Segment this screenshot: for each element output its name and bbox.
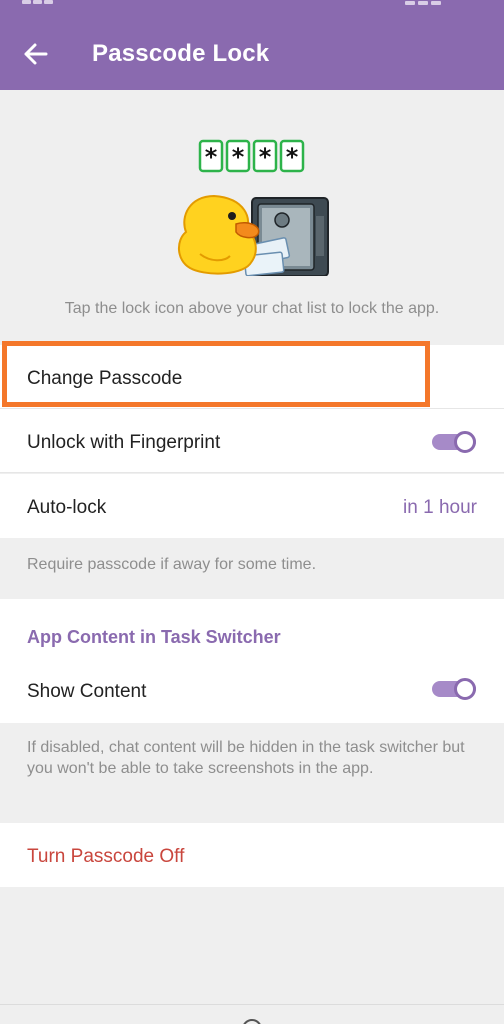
unlock-fingerprint-row[interactable]: Unlock with Fingerprint [0,409,504,473]
status-bar [0,0,504,12]
system-nav-bar [0,1004,504,1024]
task-switcher-note: If disabled, chat content will be hidden… [27,739,465,777]
turn-passcode-off-row[interactable]: Turn Passcode Off [0,823,504,887]
star-2: * [232,143,245,171]
duck-safe-illustration: * * * * [178,139,329,276]
turn-passcode-off-label: Turn Passcode Off [27,846,185,867]
home-button[interactable] [242,1019,262,1024]
status-time-fragment [22,0,82,4]
change-passcode-row[interactable]: Change Passcode [0,345,504,409]
fingerprint-toggle[interactable] [432,431,476,453]
passcode-stars: * * * * [198,139,305,173]
star-4: * [286,143,299,171]
auto-lock-value: in 1 hour [403,497,477,518]
safe-icon [243,197,329,276]
star-3: * [259,143,272,171]
divider [0,472,504,473]
task-switcher-title: App Content in Task Switcher [27,627,281,647]
star-1: * [205,143,218,171]
back-button[interactable] [18,36,54,72]
hero-section: * * * * Tap the lock icon above your cha… [0,90,504,345]
duck-icon [178,194,260,275]
auto-lock-row[interactable]: Auto-lock in 1 hour [0,474,504,538]
arrow-left-icon [24,43,48,65]
toggle-knob [454,678,476,700]
hero-description: Tap the lock icon above your chat list t… [64,300,440,317]
change-passcode-label: Change Passcode [27,368,183,389]
unlock-fingerprint-label: Unlock with Fingerprint [27,432,221,453]
show-content-row[interactable]: Show Content [0,659,504,723]
show-content-label: Show Content [27,681,147,702]
toggle-knob [454,431,476,453]
page-title: Passcode Lock [92,40,270,67]
task-switcher-section: App Content in Task Switcher Show Conten… [0,599,504,723]
auto-lock-label: Auto-lock [27,497,107,518]
status-indicators-fragment [405,0,444,5]
app-bar: Passcode Lock [0,12,504,90]
auto-lock-note: Require passcode if away for some time. [27,556,317,573]
show-content-toggle[interactable] [432,678,476,700]
